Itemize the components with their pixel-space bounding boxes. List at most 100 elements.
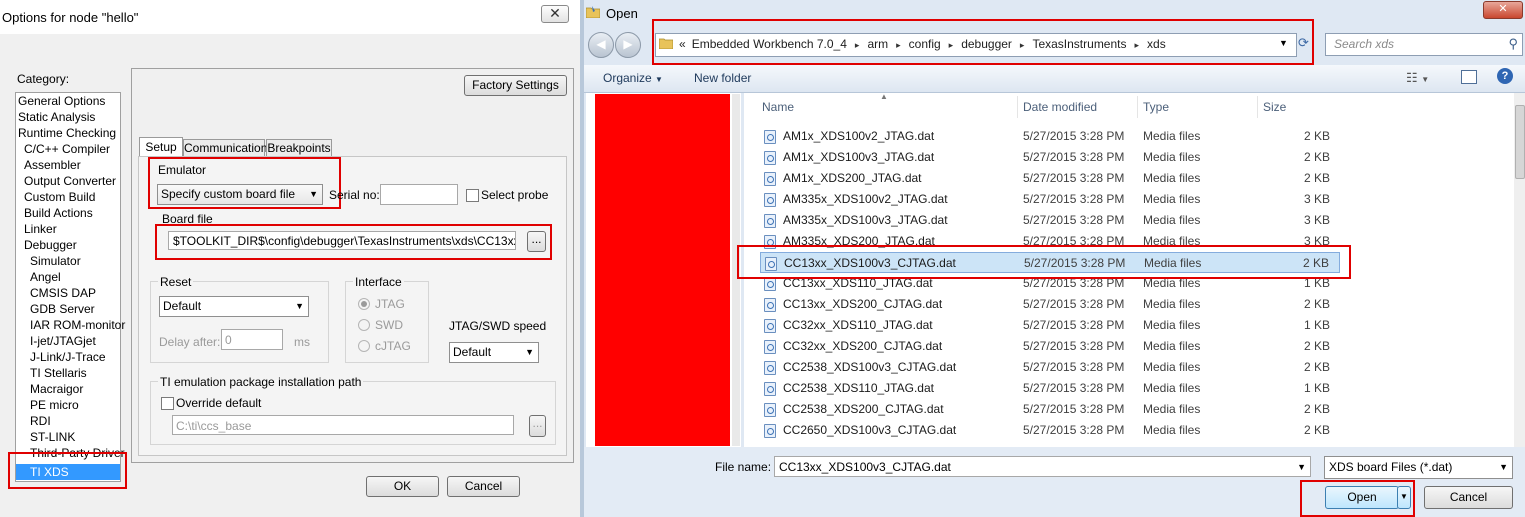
chevron-down-icon: ▼	[655, 75, 663, 84]
category-item[interactable]: GDB Server	[16, 301, 120, 317]
category-item[interactable]: PE micro	[16, 397, 120, 413]
cancel-button[interactable]: Cancel	[1424, 486, 1513, 509]
file-row[interactable]: AM335x_XDS100v2_JTAG.dat 5/27/2015 3:28 P…	[760, 189, 1340, 210]
file-type: Media files	[1143, 339, 1201, 353]
file-date: 5/27/2015 3:28 PM	[1023, 423, 1125, 437]
file-size: 2 KB	[1303, 360, 1330, 374]
file-row[interactable]: CC2538_XDS100v3_CJTAG.dat 5/27/2015 3:28 …	[760, 357, 1340, 378]
emulator-select[interactable]: Specify custom board file ▼	[157, 184, 323, 205]
file-list-scrollbar[interactable]	[1514, 93, 1525, 447]
file-size: 2 KB	[1303, 402, 1330, 416]
column-header-size[interactable]: Size	[1263, 100, 1286, 114]
preview-pane-icon[interactable]	[1461, 70, 1477, 84]
swd-radio[interactable]	[358, 319, 370, 331]
column-header-name[interactable]: Name	[762, 100, 794, 114]
new-folder-button[interactable]: New folder	[694, 71, 751, 85]
serial-no-field[interactable]	[380, 184, 458, 205]
category-item[interactable]: Angel	[16, 269, 120, 285]
organize-button[interactable]: Organize ▼	[603, 71, 663, 85]
search-field[interactable]: Search xds ⚲	[1325, 33, 1523, 56]
category-item[interactable]: Assembler	[16, 157, 120, 173]
file-row[interactable]: CC2650_XDS100v3_CJTAG.dat 5/27/2015 3:28 …	[760, 420, 1340, 441]
tab-breakpoints[interactable]: Breakpoints	[266, 139, 332, 157]
ti-emulation-path-field[interactable]: C:\ti\ccs_base	[172, 415, 514, 435]
scrollbar-thumb[interactable]	[1515, 105, 1525, 179]
search-placeholder: Search xds	[1334, 37, 1395, 51]
media-file-icon	[764, 319, 776, 333]
interface-label: Interface	[353, 275, 404, 289]
file-name: CC13xx_XDS200_CJTAG.dat	[783, 297, 943, 311]
file-type: Media files	[1143, 381, 1201, 395]
file-name: AM1x_XDS100v3_JTAG.dat	[783, 150, 935, 164]
category-item[interactable]: Output Converter	[16, 173, 120, 189]
file-type: Media files	[1143, 297, 1201, 311]
factory-settings-button[interactable]: Factory Settings	[464, 75, 567, 96]
open-split-dropdown[interactable]: ▼	[1397, 486, 1411, 509]
category-item[interactable]: TI Stellaris	[16, 365, 120, 381]
file-row[interactable]: CC32xx_XDS200_CJTAG.dat 5/27/2015 3:28 PM…	[760, 336, 1340, 357]
category-item[interactable]: Simulator	[16, 253, 120, 269]
column-header-type[interactable]: Type	[1143, 100, 1169, 114]
override-default-label: Override default	[176, 396, 262, 410]
search-icon: ⚲	[1508, 36, 1518, 51]
category-item[interactable]: IAR ROM-monitor	[16, 317, 125, 333]
tab-communication[interactable]: Communication	[183, 139, 267, 157]
category-item[interactable]: Build Actions	[16, 205, 120, 221]
board-file-field[interactable]: $TOOLKIT_DIR$\config\debugger\TexasInstr…	[168, 231, 516, 250]
category-list[interactable]: General Options Static Analysis Runtime Ch…	[15, 92, 125, 482]
category-item[interactable]: ST-LINK	[16, 429, 120, 445]
file-row[interactable]: CC13xx_XDS200_CJTAG.dat 5/27/2015 3:28 PM…	[760, 294, 1340, 315]
cancel-button[interactable]: Cancel	[447, 476, 520, 497]
category-item[interactable]: Runtime Checking	[16, 125, 120, 141]
cjtag-radio[interactable]	[358, 340, 370, 352]
category-item[interactable]: Custom Build	[16, 189, 120, 205]
file-row[interactable]: CC2538_XDS200_CJTAG.dat 5/27/2015 3:28 PM…	[760, 399, 1340, 420]
annotation-box-ti-xds	[8, 452, 127, 489]
file-row[interactable]: AM1x_XDS100v2_JTAG.dat 5/27/2015 3:28 PM M…	[760, 126, 1340, 147]
close-icon[interactable]: ✕	[1483, 1, 1523, 19]
chevron-down-icon: ▼	[1400, 492, 1408, 501]
delay-after-field[interactable]: 0	[221, 329, 283, 350]
media-file-icon	[764, 424, 776, 438]
column-header-date[interactable]: Date modified	[1023, 100, 1097, 114]
override-default-checkbox[interactable]	[161, 397, 174, 410]
file-size: 3 KB	[1303, 213, 1330, 227]
chevron-down-icon[interactable]: ▼	[1297, 457, 1306, 476]
close-icon[interactable]: ✕	[541, 5, 569, 23]
file-name: AM335x_XDS100v3_JTAG.dat	[783, 213, 948, 227]
category-item[interactable]: I-jet/JTAGjet	[16, 333, 120, 349]
file-row[interactable]: CC32xx_XDS110_JTAG.dat 5/27/2015 3:28 PM M…	[760, 315, 1340, 336]
board-file-browse-button[interactable]: ...	[527, 231, 546, 252]
select-probe-checkbox[interactable]	[466, 189, 479, 202]
category-item[interactable]: Static Analysis	[16, 109, 120, 125]
tab-setup[interactable]: Setup	[139, 137, 183, 157]
help-icon[interactable]: ?	[1497, 68, 1513, 84]
file-row[interactable]: AM1x_XDS100v3_JTAG.dat 5/27/2015 3:28 PM M…	[760, 147, 1340, 168]
category-item[interactable]: General Options	[16, 93, 120, 109]
file-date: 5/27/2015 3:28 PM	[1023, 297, 1125, 311]
forward-arrow-icon[interactable]: ▶	[615, 32, 641, 58]
category-item[interactable]: Debugger	[16, 237, 120, 253]
ti-emulation-browse-button[interactable]: ...	[529, 415, 546, 437]
radio-dot-icon	[361, 301, 367, 307]
category-item[interactable]: J-Link/J-Trace	[16, 349, 120, 365]
view-options-icon[interactable]: ☷ ▼	[1406, 70, 1429, 86]
category-item[interactable]: RDI	[16, 413, 120, 429]
file-row[interactable]: AM1x_XDS200_JTAG.dat 5/27/2015 3:28 PM Med…	[760, 168, 1340, 189]
file-row[interactable]: AM335x_XDS100v3_JTAG.dat 5/27/2015 3:28 P…	[760, 210, 1340, 231]
category-item[interactable]: Linker	[16, 221, 120, 237]
reset-select[interactable]: Default ▼	[159, 296, 309, 317]
back-arrow-icon[interactable]: ◀	[588, 32, 614, 58]
open-button[interactable]: Open	[1325, 486, 1399, 509]
file-type: Media files	[1143, 129, 1201, 143]
jtag-swd-speed-select[interactable]: Default ▼	[449, 342, 539, 363]
emulator-select-value: Specify custom board file	[161, 187, 296, 201]
file-type-select[interactable]: XDS board Files (*.dat) ▼	[1324, 456, 1513, 479]
file-name-input[interactable]: CC13xx_XDS100v3_CJTAG.dat ▼	[774, 456, 1311, 477]
media-file-icon	[764, 340, 776, 354]
category-item[interactable]: CMSIS DAP	[16, 285, 120, 301]
file-row[interactable]: CC2538_XDS110_JTAG.dat 5/27/2015 3:28 PM M…	[760, 378, 1340, 399]
category-item[interactable]: Macraigor	[16, 381, 120, 397]
category-item[interactable]: C/C++ Compiler	[16, 141, 120, 157]
ok-button[interactable]: OK	[366, 476, 439, 497]
